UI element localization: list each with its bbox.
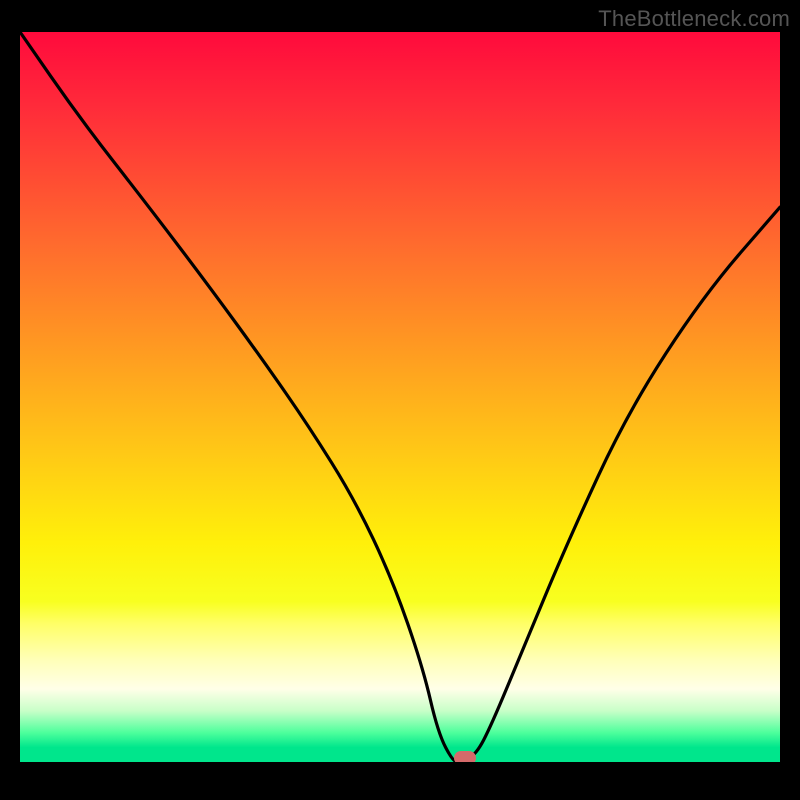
bottleneck-curve — [20, 32, 780, 762]
bottom-bar — [0, 762, 800, 800]
curve-path — [20, 32, 780, 762]
plot-area — [20, 32, 780, 762]
watermark-text: TheBottleneck.com — [598, 6, 790, 32]
